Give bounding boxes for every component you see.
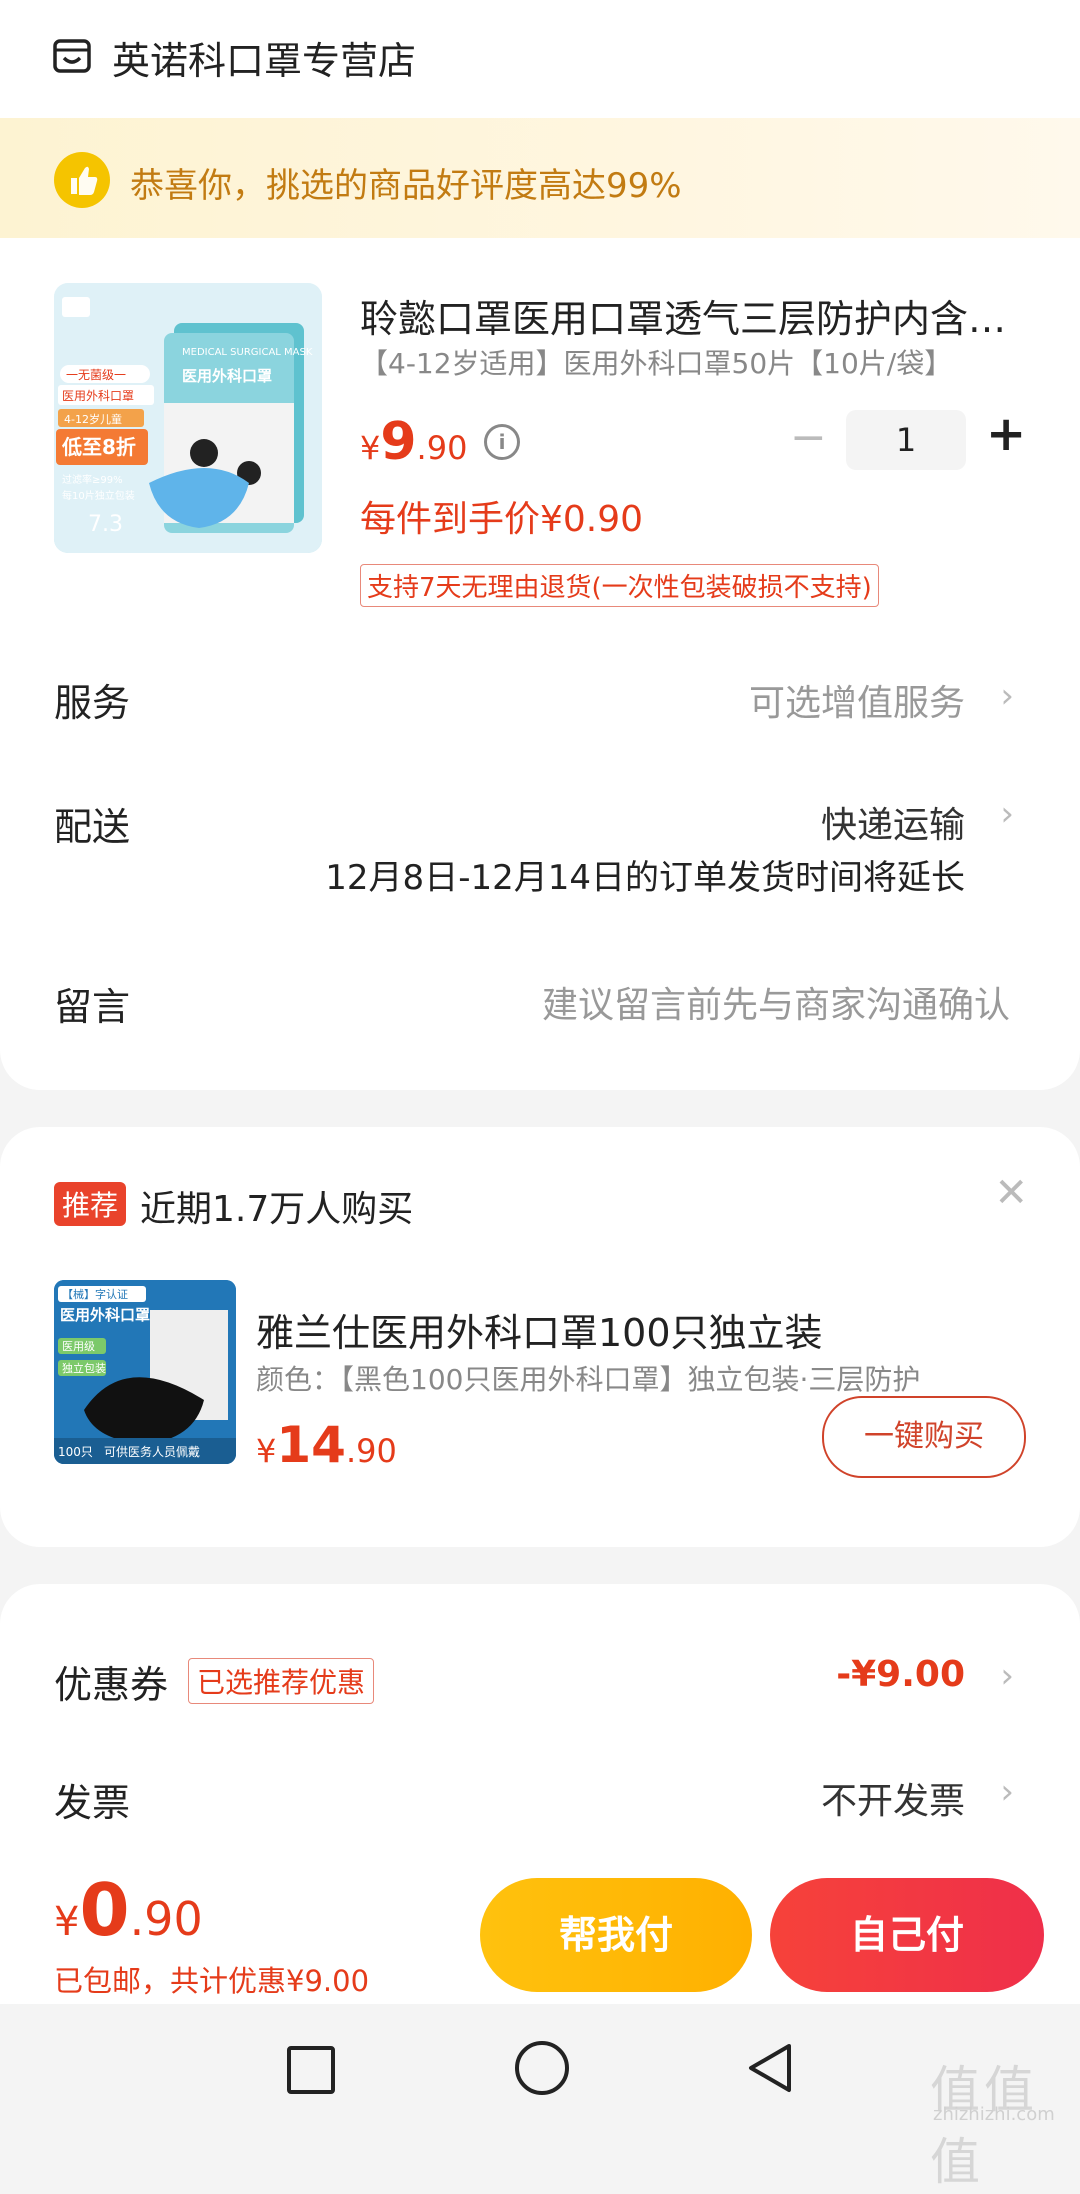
one-click-buy-button[interactable]: 一键购买 (822, 1396, 1026, 1478)
watermark-url: zhizhizhi.com (933, 2104, 1055, 2125)
product-image[interactable]: MEDICAL SURGICAL MASK 医用外科口罩 一无菌级一 医用外科口… (54, 283, 322, 553)
total-price: ¥0.90 (54, 1868, 203, 1952)
coupon-label: 优惠券 (54, 1663, 169, 1707)
recommend-product-image[interactable]: 【械】字认证 医用外科口罩 医用级 独立包装 100只 可供医务人员佩戴 (54, 1280, 236, 1464)
service-label: 服务 (54, 681, 131, 725)
rating-banner: 恭喜你，挑选的商品好评度高达99% (0, 118, 1080, 238)
rec-price-dec: .90 (345, 1432, 397, 1470)
self-pay-button[interactable]: 自己付 (770, 1878, 1044, 1992)
total-subtext: 已包邮，共计优惠¥9.00 (54, 1964, 370, 1998)
quantity-minus-button[interactable]: − (790, 416, 827, 460)
coupon-value[interactable]: -¥9.00 (836, 1654, 965, 1695)
image-discount: 低至8折 (61, 435, 136, 459)
message-label: 留言 (54, 985, 131, 1029)
recent-apps-icon[interactable] (287, 2046, 335, 2094)
image-filter: 过滤率≥99% (62, 473, 123, 486)
image-brand-cn: 医用外科口罩 (182, 367, 272, 385)
coupon-tag: 已选推荐优惠 (188, 1658, 375, 1704)
image-brand-en: MEDICAL SURGICAL MASK (182, 347, 313, 358)
rec-image-pack: 独立包装 (62, 1361, 106, 1375)
price-int: 9 (380, 412, 417, 472)
service-chevron-icon[interactable]: › (1000, 676, 1014, 716)
recommend-title: 近期1.7万人购买 (140, 1189, 414, 1230)
image-unit: 7.3 (88, 512, 123, 537)
invoice-value[interactable]: 不开发票 (821, 1772, 965, 1824)
quantity-input[interactable]: 1 (846, 410, 966, 470)
product-title[interactable]: 聆懿口罩医用口罩透气三层防护内含… (360, 288, 1040, 343)
rec-image-cert: 【械】字认证 (62, 1287, 128, 1301)
service-value[interactable]: 可选增值服务 (749, 674, 965, 726)
unit-price: 每件到手价¥0.90 (360, 499, 644, 540)
delivery-chevron-icon[interactable]: › (1000, 794, 1014, 834)
banner-text: 恭喜你，挑选的商品好评度高达99% (130, 166, 682, 206)
recommend-product-spec: 颜色：【黑色100只医用外科口罩】独立包装·三层防护 (256, 1363, 921, 1396)
image-pack: 每10片独立包装 (62, 489, 135, 502)
total-currency: ¥ (54, 1899, 80, 1945)
rec-image-name: 医用外科口罩 (60, 1306, 150, 1324)
rec-image-count: 100只 (58, 1445, 93, 1459)
invoice-chevron-icon[interactable]: › (1000, 1772, 1014, 1812)
return-policy-tag: 支持7天无理由退货(一次性包装破损不支持) (360, 564, 879, 607)
invoice-label: 发票 (54, 1781, 131, 1825)
image-age: 4-12岁儿童 (64, 412, 122, 426)
rec-price-int: 14 (276, 1416, 346, 1474)
home-icon[interactable] (515, 2041, 569, 2095)
delivery-label: 配送 (54, 805, 131, 849)
store-header[interactable]: 英诺科口罩专营店 (0, 0, 1080, 118)
image-badge2: 医用外科口罩 (62, 389, 134, 403)
quantity-plus-button[interactable]: + (986, 410, 1026, 458)
product-price: ¥9.90 (360, 412, 467, 472)
recommend-product-name[interactable]: 雅兰仕医用外科口罩100只独立装 (256, 1302, 823, 1357)
back-icon[interactable] (745, 2040, 795, 2096)
rec-image-grade: 医用级 (62, 1340, 95, 1353)
total-dec: .90 (129, 1892, 203, 1946)
recommend-tag: 推荐 (54, 1182, 127, 1226)
store-name[interactable]: 英诺科口罩专营店 (112, 30, 416, 85)
product-spec[interactable]: 【4-12岁适用】医用外科口罩50片【10片/袋】 (360, 342, 952, 382)
rec-image-note: 可供医务人员佩戴 (104, 1444, 200, 1459)
price-dec: .90 (416, 429, 468, 467)
thumbs-up-icon (54, 152, 110, 208)
help-pay-button[interactable]: 帮我付 (480, 1878, 752, 1992)
message-input[interactable]: 建议留言前先与商家沟通确认 (542, 976, 1010, 1028)
total-int: 0 (79, 1868, 130, 1952)
price-currency: ¥ (360, 429, 381, 467)
image-badge1: 一无菌级一 (66, 368, 126, 382)
coupon-chevron-icon[interactable]: › (1000, 1656, 1014, 1696)
store-icon (53, 39, 91, 73)
info-icon[interactable]: i (484, 424, 520, 460)
close-icon[interactable]: ✕ (994, 1170, 1028, 1216)
delivery-delay-note: 12月8日-12月14日的订单发货时间将延长 (325, 858, 965, 898)
delivery-value[interactable]: 快递运输 (821, 796, 965, 848)
recommend-price: ¥14.90 (256, 1416, 397, 1474)
rec-price-currency: ¥ (256, 1432, 277, 1470)
